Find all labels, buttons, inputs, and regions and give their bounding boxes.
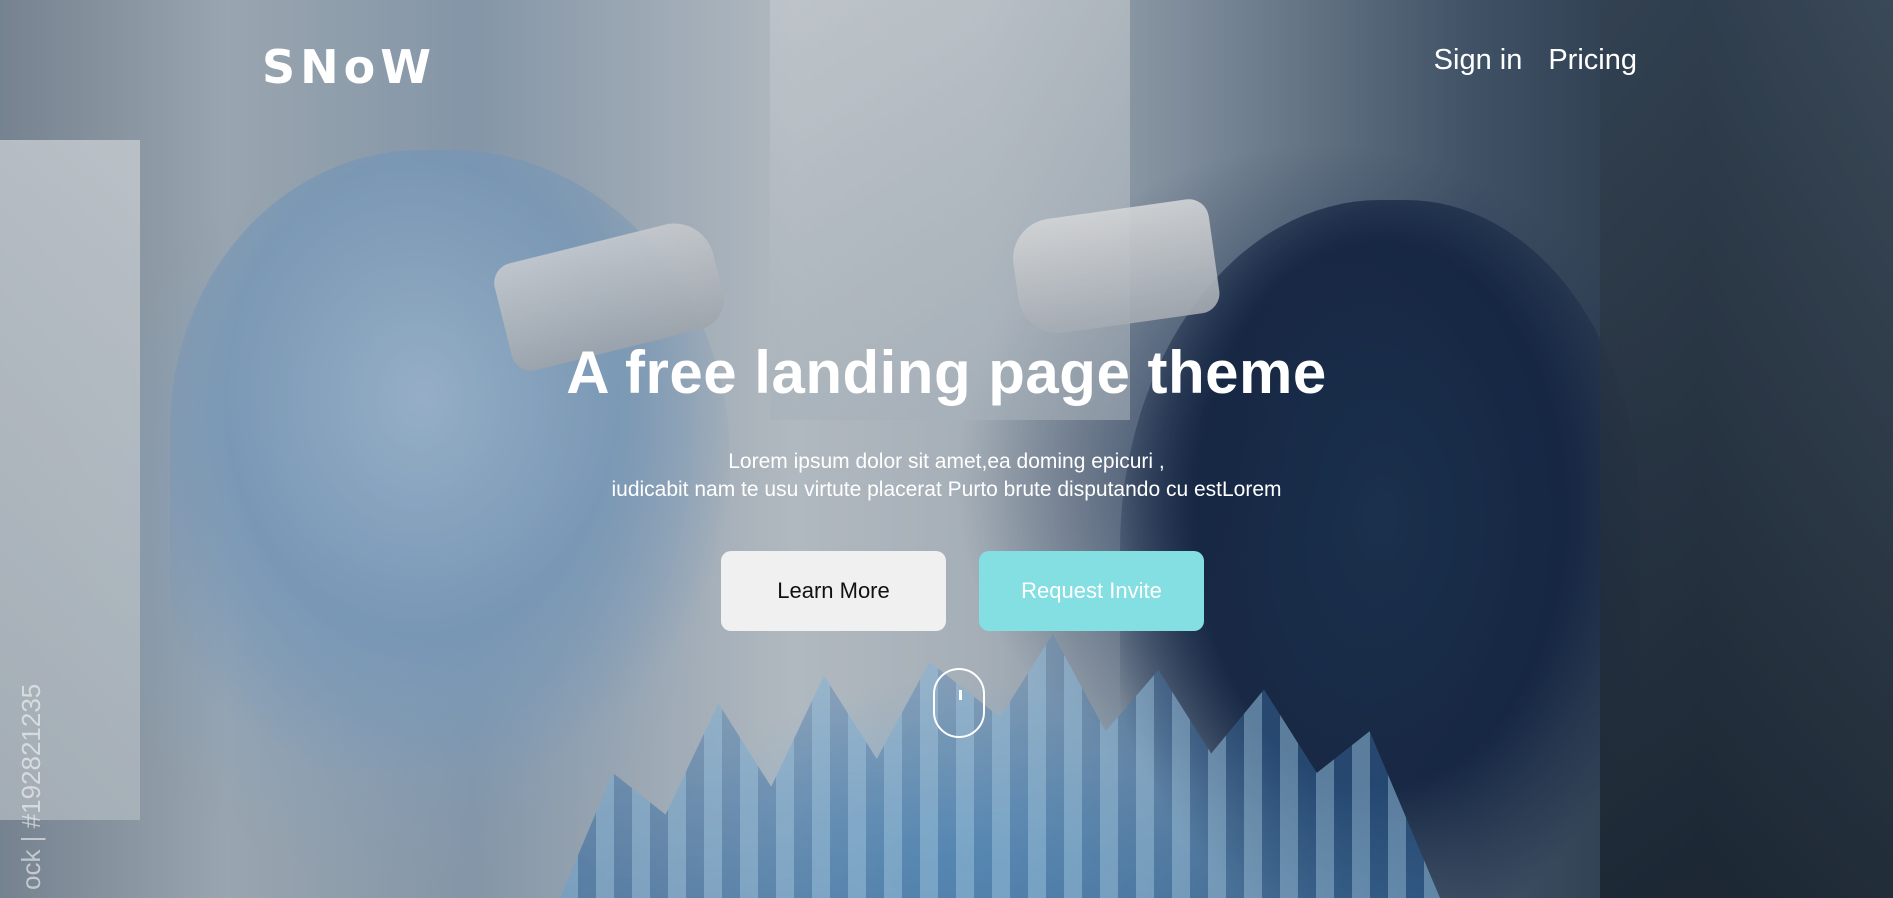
scroll-wheel-dot — [959, 690, 962, 700]
hero-subtitle-line-2: iudicabit nam te usu virtute placerat Pu… — [611, 478, 1282, 501]
nav-sign-in-link[interactable]: Sign in — [1434, 44, 1523, 77]
hero-section: ock | #192821235 SNoW Sign in Pricing A … — [0, 0, 1893, 898]
nav-pricing-link[interactable]: Pricing — [1548, 44, 1637, 77]
vr-headset-right-image — [1007, 196, 1223, 339]
hero-subtitle: Lorem ipsum dolor sit amet,ea doming epi… — [0, 448, 1893, 504]
learn-more-button[interactable]: Learn More — [721, 551, 946, 631]
hero-buttons: Learn More Request Invite — [721, 551, 1204, 631]
mouse-scroll-icon[interactable] — [933, 668, 985, 738]
stock-watermark-id: ock | #192821235 — [16, 683, 46, 890]
hero-title: A free landing page theme — [566, 339, 1327, 406]
brand-logo[interactable]: SNoW — [262, 40, 436, 94]
hologram-city-image — [560, 633, 1440, 898]
person-right-image — [1120, 200, 1640, 898]
top-nav: Sign in Pricing — [1434, 44, 1637, 77]
request-invite-button[interactable]: Request Invite — [979, 551, 1204, 631]
hero-subtitle-line-1: Lorem ipsum dolor sit amet,ea doming epi… — [728, 450, 1165, 473]
